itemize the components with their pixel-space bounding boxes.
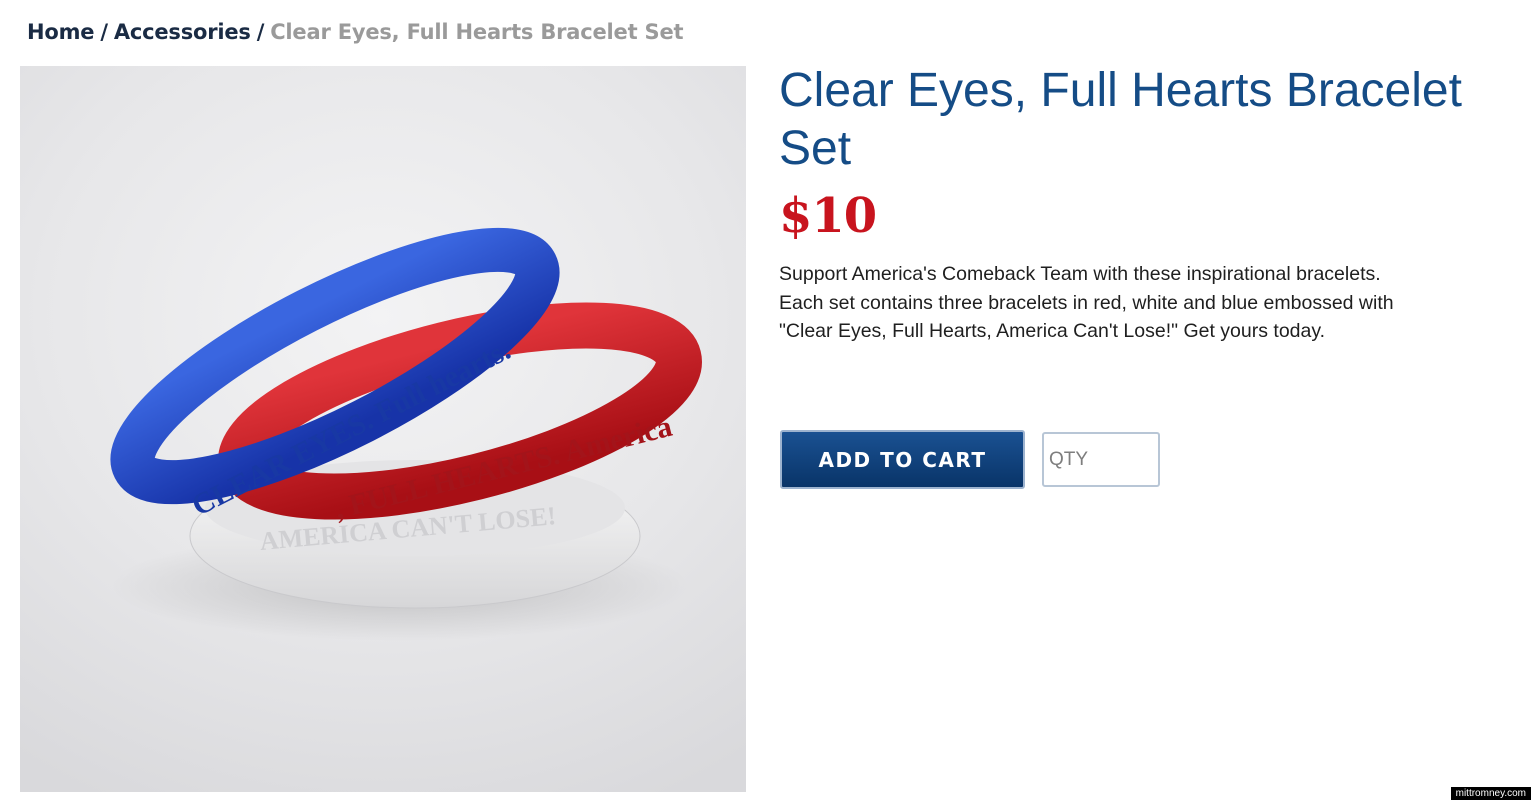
breadcrumb-separator: / [256, 20, 265, 44]
product-image: AMERICA CAN'T LOSE! , FULL HEARTS. Ameri… [20, 66, 746, 792]
breadcrumb-home-link[interactable]: Home [27, 20, 95, 44]
product-title: Clear Eyes, Full Hearts Bracelet Set [779, 64, 1462, 175]
add-to-cart-button[interactable]: ADD TO CART [780, 430, 1025, 489]
product-description: Support America's Comeback Team with the… [779, 263, 1394, 342]
source-watermark: mittromney.com [1450, 787, 1531, 800]
quantity-input[interactable] [1042, 432, 1160, 487]
breadcrumb-separator: / [100, 20, 108, 44]
bracelet-illustration: AMERICA CAN'T LOSE! , FULL HEARTS. Ameri… [110, 227, 702, 641]
breadcrumb: Home / Accessories / Clear Eyes, Full Hearts… [27, 20, 684, 44]
product-price: $10 [779, 188, 877, 244]
breadcrumb-accessories-link[interactable]: Accessories [114, 20, 251, 44]
breadcrumb-current: Clear Eyes, Full Hearts Bracelet Set [270, 20, 684, 44]
